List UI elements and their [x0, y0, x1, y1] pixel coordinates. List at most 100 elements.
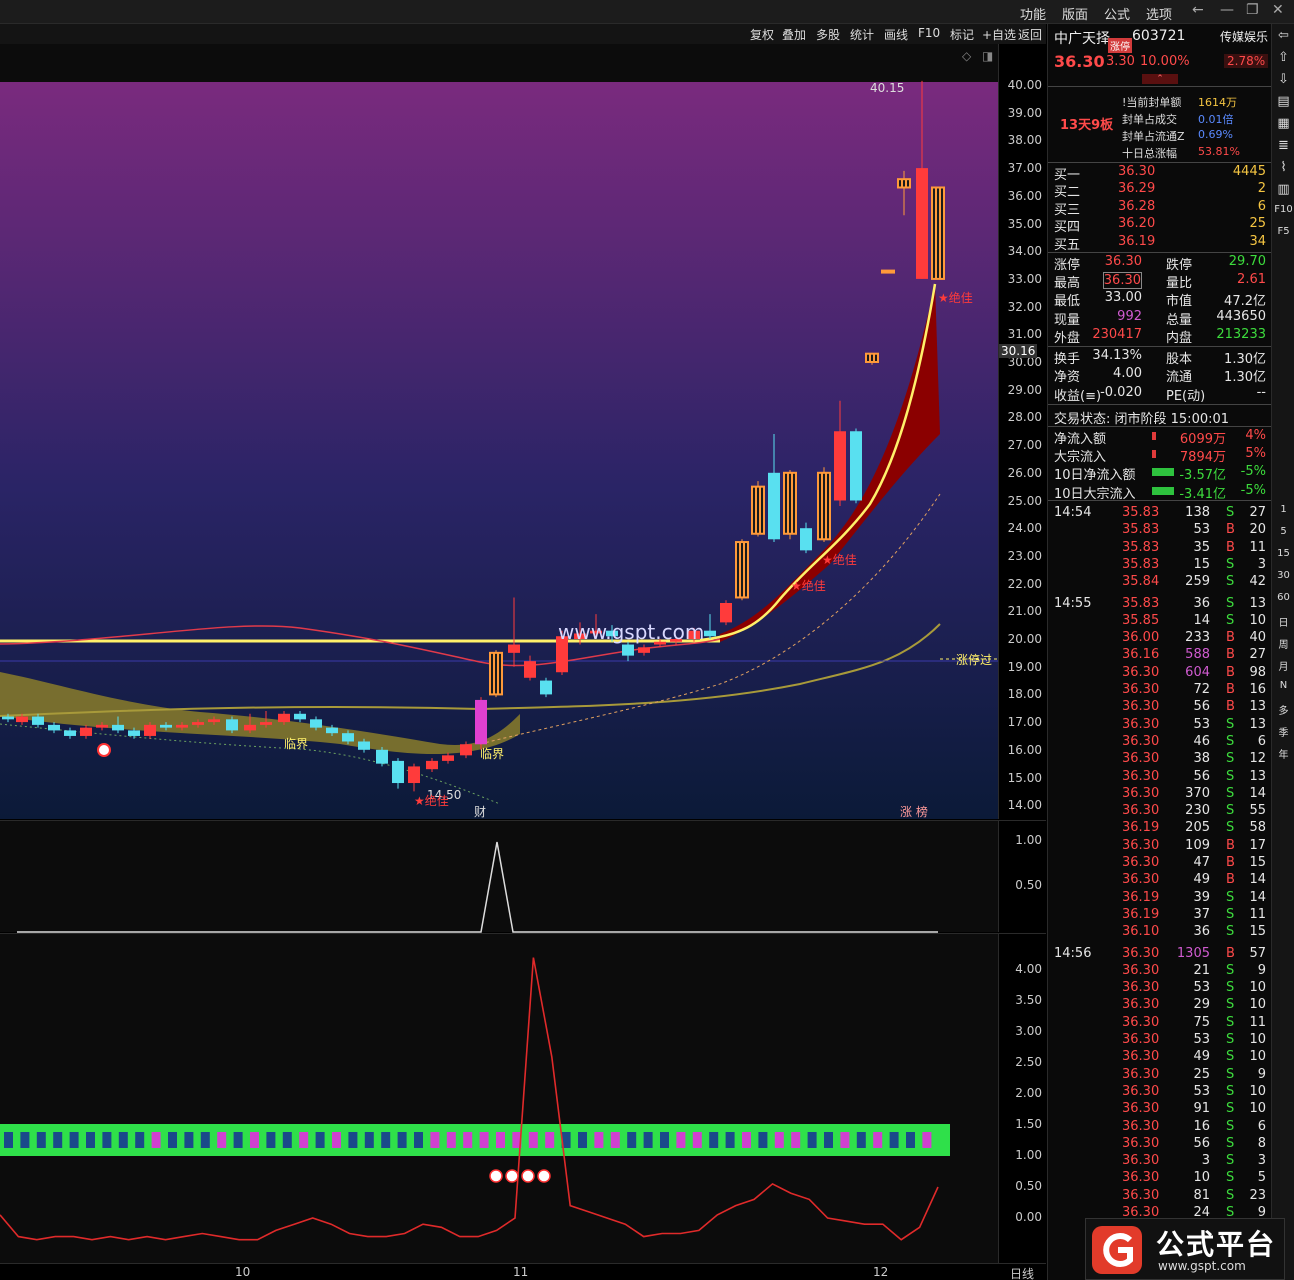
seal-value: 53.81%: [1198, 145, 1240, 158]
flow-value: 7894万: [1179, 450, 1226, 466]
signal-block: [840, 1132, 850, 1148]
period-button[interactable]: 年: [1272, 746, 1294, 761]
period-button[interactable]: F5: [1272, 226, 1294, 237]
indicator-panel-2[interactable]: [0, 933, 998, 1263]
tick-row: 36.30 16 S 6: [1048, 1119, 1272, 1136]
price-change: 3.30: [1106, 54, 1135, 69]
signal-block: [578, 1132, 587, 1148]
tick-count: 8: [1257, 1135, 1266, 1151]
period-label[interactable]: 日线: [1010, 1265, 1034, 1280]
close-icon[interactable]: ✕: [1272, 2, 1284, 18]
candle-body: [48, 724, 60, 731]
period-button[interactable]: 多: [1272, 702, 1294, 717]
menu-function[interactable]: 功能: [1020, 4, 1046, 23]
back-arrow-icon[interactable]: ←: [1192, 2, 1204, 18]
tb-add-watchlist[interactable]: +自选: [982, 26, 1016, 43]
bid-volume: 4445: [1232, 164, 1266, 179]
trend-icon[interactable]: ⌇: [1272, 160, 1294, 175]
quote-label: 量比: [1166, 276, 1193, 292]
tick-count: 10: [1249, 1032, 1266, 1047]
date-label: 11: [513, 1265, 529, 1279]
period-button[interactable]: 60: [1272, 592, 1294, 603]
tb-fuquan[interactable]: 复权: [750, 26, 774, 43]
menu-options[interactable]: 选项: [1146, 4, 1172, 23]
arrow-left-icon[interactable]: ⇦: [1272, 28, 1294, 43]
candle-body: [475, 699, 487, 745]
tick-side: S: [1226, 1170, 1235, 1186]
tick-row: 35.83 53 B 20: [1048, 522, 1272, 539]
event-plus-icon[interactable]: [537, 1169, 551, 1183]
event-plus-icon[interactable]: [97, 743, 111, 757]
quote-row: 最低 33.00 市值 47.2亿: [1048, 290, 1272, 309]
period-button[interactable]: N: [1272, 680, 1294, 691]
candlestick-panel[interactable]: 40.15 14.50 临界 临界 ★绝佳 ★绝佳 ★绝佳 ★绝佳 涨停过财涨 榜 www.gsp…: [0, 44, 998, 819]
arrow-down-icon[interactable]: ⇩: [1272, 72, 1294, 87]
tb-multi[interactable]: 多股: [816, 26, 840, 43]
bid-row[interactable]: 买五 36.19 34: [1048, 234, 1272, 253]
critical-label: 临界: [284, 737, 308, 751]
signal-block: [807, 1132, 817, 1148]
period-button[interactable]: 日: [1272, 614, 1294, 629]
tick-count: 27: [1249, 505, 1266, 520]
indicator-panel-1[interactable]: [0, 820, 998, 933]
candle-body: [720, 602, 732, 623]
quote-side-panel: 中广天择 涨停 603721 传媒娱乐 36.30 3.30 10.00% 2.…: [1047, 24, 1272, 1280]
sector-name[interactable]: 传媒娱乐: [1220, 28, 1268, 45]
badge-title: 公式平台: [1156, 1228, 1277, 1261]
tb-draw[interactable]: 画线: [884, 26, 908, 43]
period-button[interactable]: 季: [1272, 724, 1294, 739]
tick-row: 14:54 35.83 138 S 27: [1048, 505, 1272, 522]
menu-formula[interactable]: 公式: [1104, 4, 1130, 23]
tb-return[interactable]: 返回: [1018, 26, 1042, 43]
table-icon[interactable]: ▦: [1272, 116, 1294, 131]
flow-value: 6099万: [1179, 432, 1226, 447]
price-tick-label: 31.00: [1007, 327, 1042, 342]
bid-row[interactable]: 买四 36.20 25: [1048, 216, 1272, 235]
bid-row[interactable]: 买二 36.29 2: [1048, 181, 1272, 200]
list-icon[interactable]: ≣: [1272, 138, 1294, 153]
diamond-icon[interactable]: ◇: [962, 49, 972, 63]
tb-f10[interactable]: F10: [918, 26, 940, 40]
restore-icon[interactable]: ❐: [1246, 2, 1259, 18]
finance-marker: 财: [474, 805, 486, 819]
period-button[interactable]: F10: [1272, 204, 1294, 215]
seal-value: 0.69%: [1198, 128, 1233, 141]
period-button[interactable]: 5: [1272, 526, 1294, 537]
menu-layout[interactable]: 版面: [1062, 4, 1088, 23]
quote-label: 换手: [1054, 352, 1081, 367]
bid-row[interactable]: 买三 36.28 6: [1048, 199, 1272, 218]
event-plus-icon[interactable]: [505, 1169, 519, 1183]
tick-row: 36.30 38 S 12: [1048, 751, 1272, 768]
event-plus-icon[interactable]: [489, 1169, 503, 1183]
arrow-up-icon[interactable]: ⇧: [1272, 50, 1294, 65]
period-button[interactable]: 月: [1272, 658, 1294, 673]
tb-overlay[interactable]: 叠加: [782, 26, 806, 43]
period-button[interactable]: 15: [1272, 548, 1294, 559]
period-button[interactable]: 周: [1272, 636, 1294, 651]
chart-icon[interactable]: ▤: [1272, 94, 1294, 109]
bid-row[interactable]: 买一 36.30 4445: [1048, 164, 1272, 183]
tb-mark[interactable]: 标记: [950, 26, 974, 43]
tick-side: B: [1226, 539, 1235, 555]
panel-toggle-icon[interactable]: ◨: [982, 49, 993, 63]
collapse-arrow-icon[interactable]: ⌃: [1142, 74, 1178, 84]
period-button[interactable]: 30: [1272, 570, 1294, 581]
price-tick-label: 26.00: [1007, 465, 1042, 480]
tick-side: S: [1226, 574, 1235, 590]
candle-body: [817, 471, 831, 541]
tick-volume: 56: [1193, 768, 1210, 784]
tick-price: 36.10: [1122, 924, 1160, 940]
tick-side: S: [1226, 1032, 1235, 1047]
event-plus-icon[interactable]: [521, 1169, 535, 1183]
quote-label: 涨停: [1054, 258, 1081, 273]
tick-side: B: [1226, 945, 1235, 961]
signal-block: [184, 1132, 194, 1148]
price-tick-label: 34.00: [1007, 244, 1042, 259]
tb-stats[interactable]: 统计: [850, 26, 874, 43]
minimize-icon[interactable]: —: [1220, 2, 1234, 18]
candle-body: [192, 722, 204, 725]
grid-icon[interactable]: ▥: [1272, 182, 1294, 197]
tick-side: S: [1226, 751, 1235, 767]
period-button[interactable]: 1: [1272, 504, 1294, 515]
tick-time: 14:55: [1054, 595, 1092, 611]
